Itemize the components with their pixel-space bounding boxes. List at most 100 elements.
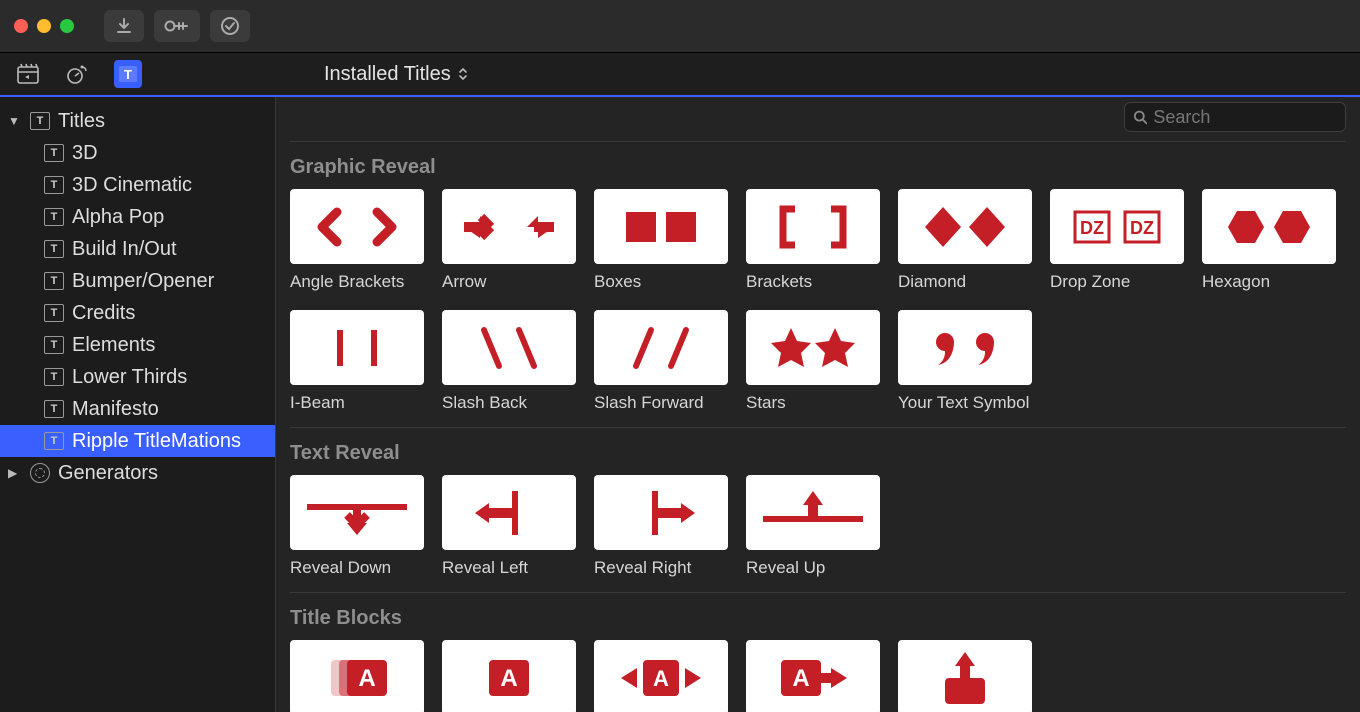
sidebar-item-label: Alpha Pop: [72, 206, 164, 229]
sidebar-item-manifesto[interactable]: T Manifesto: [0, 393, 275, 425]
sidebar-item-label: Elements: [72, 334, 155, 357]
sidebar-item-lower-thirds[interactable]: T Lower Thirds: [0, 361, 275, 393]
title-tile[interactable]: [898, 640, 1032, 712]
sidebar-item-label: Credits: [72, 302, 135, 325]
browser-grid[interactable]: Graphic Reveal Angle Brackets Arrow Boxes Br…: [276, 137, 1360, 712]
title-tile[interactable]: Reveal Right: [594, 475, 728, 578]
tile-label: Boxes: [594, 272, 728, 292]
sidebar-item-label: Lower Thirds: [72, 366, 187, 389]
tile-label: Reveal Right: [594, 558, 728, 578]
chevron-right-icon[interactable]: ▶: [8, 466, 22, 480]
title-tile[interactable]: Diamond: [898, 189, 1032, 292]
titles-generators-tab[interactable]: T: [114, 60, 142, 88]
chevron-down-icon[interactable]: ▼: [8, 114, 22, 128]
block-right-icon: A: [746, 640, 880, 712]
title-tile[interactable]: A: [746, 640, 880, 712]
import-button[interactable]: [104, 10, 144, 42]
sidebar-item-alpha-pop[interactable]: TAlpha Pop: [0, 201, 275, 233]
tile-label: Angle Brackets: [290, 272, 424, 292]
sidebar-item-ripple-titlemations[interactable]: TRipple TitleMations: [0, 425, 275, 457]
filter-dropdown-label: Installed Titles: [324, 63, 451, 86]
title-tile[interactable]: A: [594, 640, 728, 712]
sidebar-item-label: Manifesto: [72, 398, 159, 421]
title-icon: T: [44, 272, 64, 290]
tile-label: Reveal Up: [746, 558, 880, 578]
sidebar: ▼TTitlesT3DT3D CinematicTAlpha PopTBuild…: [0, 97, 276, 712]
libraries-tab[interactable]: [14, 60, 42, 88]
close-window-button[interactable]: [14, 19, 28, 33]
title-tile[interactable]: Slash Back: [442, 310, 576, 413]
minimize-window-button[interactable]: [37, 19, 51, 33]
svg-text:A: A: [653, 666, 669, 691]
block-a-icon: A: [442, 640, 576, 712]
svg-text:A: A: [792, 665, 809, 692]
tile-label: Stars: [746, 393, 880, 413]
title-tile[interactable]: Stars: [746, 310, 880, 413]
search-input[interactable]: [1153, 107, 1337, 128]
tile-label: Reveal Down: [290, 558, 424, 578]
sidebar-item-3d-cinematic[interactable]: T 3D Cinematic: [0, 169, 275, 201]
diamonds-icon: [898, 189, 1032, 264]
maximize-window-button[interactable]: [60, 19, 74, 33]
sidebar-item-bumper-opener[interactable]: TBumper/Opener: [0, 265, 275, 297]
tile-label: Drop Zone: [1050, 272, 1184, 292]
search-field[interactable]: [1124, 102, 1346, 132]
keyword-button[interactable]: [154, 10, 200, 42]
block-motion-icon: A: [290, 640, 424, 712]
sidebar-item-label: Build In/Out: [72, 238, 177, 261]
browser-tab-bar: T Installed Titles: [0, 53, 1360, 97]
title-tile[interactable]: A: [442, 640, 576, 712]
filter-dropdown[interactable]: Installed Titles: [324, 63, 469, 86]
reveal-down-icon: [290, 475, 424, 550]
sidebar-item-elements[interactable]: TElements: [0, 329, 275, 361]
hexagons-icon: [1202, 189, 1336, 264]
title-tile[interactable]: Brackets: [746, 189, 880, 292]
background-tasks-button[interactable]: [210, 10, 250, 42]
title-tile[interactable]: Reveal Down: [290, 475, 424, 578]
title-tile[interactable]: Reveal Left: [442, 475, 576, 578]
title-tile[interactable]: Your Text Symbol: [898, 310, 1032, 413]
dz-icon: DZDZ: [1050, 189, 1184, 264]
title-tile[interactable]: A: [290, 640, 424, 712]
tile-label: I-Beam: [290, 393, 424, 413]
tile-label: Brackets: [746, 272, 880, 292]
section-header: Title Blocks: [290, 592, 1346, 640]
title-icon: T: [44, 240, 64, 258]
boxes-icon: [594, 189, 728, 264]
reveal-right-icon: [594, 475, 728, 550]
sidebar-item-label: 3D: [72, 142, 98, 165]
title-tile[interactable]: Hexagon: [1202, 189, 1336, 292]
sidebar-item-build-in-out[interactable]: T Build In/Out: [0, 233, 275, 265]
tile-label: Diamond: [898, 272, 1032, 292]
title-tile[interactable]: I-Beam: [290, 310, 424, 413]
svg-text:A: A: [358, 665, 375, 692]
title-tile[interactable]: Angle Brackets: [290, 189, 424, 292]
svg-text:DZ: DZ: [1080, 218, 1104, 238]
title-icon: T: [44, 176, 64, 194]
title-icon: T: [30, 112, 50, 130]
window-controls: [14, 19, 74, 33]
title-tile[interactable]: Slash Forward: [594, 310, 728, 413]
title-tile[interactable]: Reveal Up: [746, 475, 880, 578]
section-header: Graphic Reveal: [290, 141, 1346, 189]
title-tile[interactable]: DZDZ Drop Zone: [1050, 189, 1184, 292]
sidebar-group-titles[interactable]: ▼TTitles: [0, 105, 275, 137]
photos-audio-tab[interactable]: [64, 60, 92, 88]
tile-label: Slash Back: [442, 393, 576, 413]
sidebar-group-generators[interactable]: ▶ Generators: [0, 457, 275, 489]
title-tile[interactable]: Arrow: [442, 189, 576, 292]
tile-label: Arrow: [442, 272, 576, 292]
reveal-left-icon: [442, 475, 576, 550]
tile-label: Reveal Left: [442, 558, 576, 578]
title-tile[interactable]: Boxes: [594, 189, 728, 292]
sidebar-item-label: 3D Cinematic: [72, 174, 192, 197]
block-up-icon: [898, 640, 1032, 712]
title-icon: T: [44, 400, 64, 418]
title-icon: T: [44, 304, 64, 322]
tile-label: Hexagon: [1202, 272, 1336, 292]
sidebar-item-label: Ripple TitleMations: [72, 430, 241, 453]
sidebar-item-credits[interactable]: T Credits: [0, 297, 275, 329]
sidebar-group-label: Generators: [58, 462, 158, 485]
sidebar-item-3d[interactable]: T3D: [0, 137, 275, 169]
title-icon: T: [44, 368, 64, 386]
